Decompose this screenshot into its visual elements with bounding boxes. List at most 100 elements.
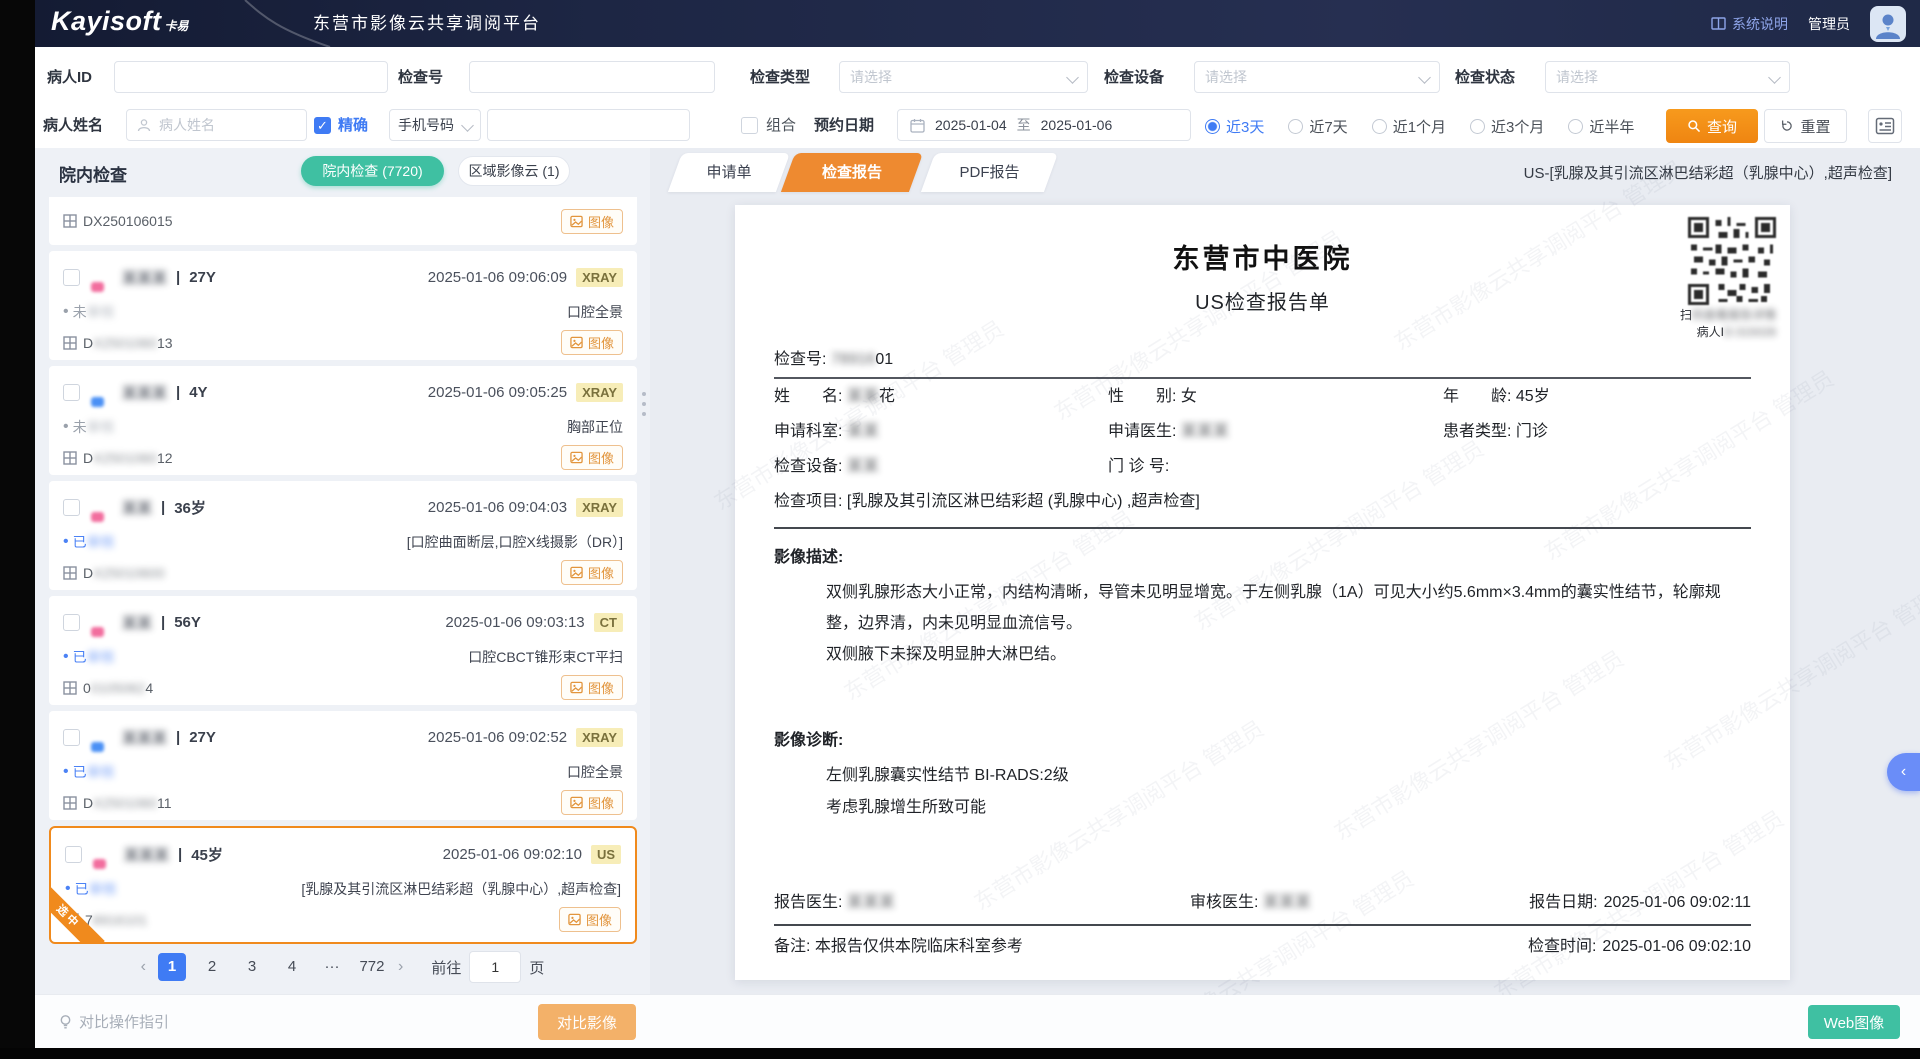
reset-button[interactable]: 重置 (1764, 109, 1847, 143)
image-button[interactable]: 图像 (561, 209, 623, 234)
calendar-icon (910, 118, 925, 133)
patient-name: 某某某 (122, 727, 167, 748)
list-item[interactable]: 某某 | 36岁 2025-01-06 09:04:03 XRAY •已审核 [… (49, 481, 637, 590)
report-document: 东营市中医院 US检查报告单 (735, 205, 1790, 980)
pagination: ‹ 1 2 3 4 ··· 772 › 前往 页 (35, 951, 650, 983)
compare-images-button[interactable]: 对比影像 (538, 1004, 636, 1040)
next-page-button[interactable]: › (398, 958, 403, 976)
exam-id: DX250106012 (83, 450, 173, 466)
image-button[interactable]: 图像 (561, 675, 623, 700)
appt-date-label: 预约日期 (814, 109, 874, 143)
range-3months[interactable]: 近3个月 (1470, 116, 1544, 137)
patient-name-field[interactable] (157, 116, 296, 134)
range-7days[interactable]: 近7天 (1288, 116, 1347, 137)
item-checkbox[interactable] (63, 269, 80, 286)
patient-avatar (89, 606, 113, 638)
page-last[interactable]: 772 (358, 953, 386, 981)
item-checkbox[interactable] (63, 384, 80, 401)
web-image-button[interactable]: Web图像 (1808, 1005, 1900, 1039)
exam-type-select[interactable]: 请选择 (839, 61, 1088, 93)
collapse-panel-button[interactable]: ‹ (1887, 753, 1920, 791)
page-1[interactable]: 1 (158, 953, 186, 981)
exact-checkbox[interactable]: ✓ (314, 117, 331, 134)
tab-application-form[interactable]: 申请单 (668, 153, 790, 192)
image-button[interactable]: 图像 (561, 330, 623, 355)
image-button[interactable]: 图像 (561, 445, 623, 470)
page-4[interactable]: 4 (278, 953, 306, 981)
patient-name: 某某某 (122, 267, 167, 288)
exam-list: DX250106015 图像 某某某 | 27Y 2025-01-06 09:0… (49, 197, 637, 950)
image-button[interactable]: 图像 (561, 560, 623, 585)
exam-no-label: 检查号 (398, 61, 443, 95)
combo-checkbox[interactable] (741, 117, 758, 134)
prev-page-button[interactable]: ‹ (141, 958, 146, 976)
username[interactable]: 管理员 (1808, 14, 1850, 34)
phone-field[interactable] (498, 116, 679, 134)
quick-range-group: 近3天 近7天 近1个月 近3个月 近半年 (1205, 109, 1634, 143)
exam-id: DX250106011 (83, 795, 172, 811)
phone-input[interactable] (487, 109, 690, 141)
tab-label: 检查报告 (788, 153, 916, 192)
item-checkbox[interactable] (63, 614, 80, 631)
tab-exam-report[interactable]: 检查报告 (781, 153, 923, 192)
search-button[interactable]: 查询 (1666, 109, 1758, 143)
patient-name-input[interactable] (126, 109, 307, 141)
patient-age: 45岁 (191, 844, 223, 865)
phone-type-select[interactable]: 手机号码 (389, 109, 481, 141)
patient-id-input[interactable] (114, 61, 388, 93)
range-1month[interactable]: 近1个月 (1372, 116, 1446, 137)
regional-cloud-tab[interactable]: 区域影像云 (1) (458, 156, 570, 186)
patient-age: 56Y (174, 614, 201, 631)
image-button[interactable]: 图像 (559, 907, 621, 932)
card-view-button[interactable] (1868, 109, 1902, 143)
list-item[interactable]: 某某某 | 27Y 2025-01-06 09:06:09 XRAY •未审核 … (49, 251, 637, 360)
date-range-picker[interactable]: 2025-01-04 至 2025-01-06 (897, 109, 1191, 141)
grid-icon (63, 566, 77, 580)
top-right-group: 系统说明 管理员 (1711, 0, 1906, 47)
tab-label: PDF报告 (928, 153, 1051, 192)
status-select[interactable]: 请选择 (1545, 61, 1790, 93)
patient-id-field[interactable] (125, 68, 377, 86)
page-2[interactable]: 2 (198, 953, 226, 981)
compare-guide-link[interactable]: 对比操作指引 (58, 995, 169, 1048)
exam-no-input[interactable] (469, 61, 715, 93)
goto-page-input[interactable] (469, 951, 521, 983)
date-to[interactable]: 2025-01-06 (1041, 117, 1113, 133)
qr-code (1688, 217, 1776, 305)
list-item-partial[interactable]: DX250106015 图像 (49, 197, 637, 245)
image-button-label: 图像 (588, 333, 614, 352)
image-button-label: 图像 (588, 678, 614, 697)
panel-resize-handle[interactable] (642, 392, 646, 416)
item-checkbox[interactable] (63, 499, 80, 516)
item-checkbox[interactable] (63, 729, 80, 746)
patient-age: 4Y (189, 384, 207, 401)
date-from[interactable]: 2025-01-04 (935, 117, 1007, 133)
search-label: 查询 (1707, 116, 1737, 137)
list-item[interactable]: 某某 | 56Y 2025-01-06 09:03:13 CT •已审核 口腔C… (49, 596, 637, 705)
report-panel: 申请单 检查报告 PDF报告 US-[乳腺及其引流区淋巴结彩超（乳腺中心）,超声… (650, 148, 1920, 995)
top-bar: Kayisoft 卡易 东营市影像云共享调阅平台 系统说明 管理员 (35, 0, 1920, 47)
exam-no-field[interactable] (480, 68, 704, 86)
exam-description: 胸部正位 (567, 417, 623, 437)
device-select[interactable]: 请选择 (1194, 61, 1440, 93)
list-item[interactable]: 某某某 | 27Y 2025-01-06 09:02:52 XRAY •已审核 … (49, 711, 637, 820)
list-item[interactable]: 某某某 | 4Y 2025-01-06 09:05:25 XRAY •未审核 胸… (49, 366, 637, 475)
gender-badge (91, 627, 104, 637)
list-item-selected[interactable]: 某某某 | 45岁 2025-01-06 09:02:10 US •已审核 [乳… (49, 826, 637, 944)
status-text: •已审核 (63, 762, 115, 782)
tab-pdf-report[interactable]: PDF报告 (921, 153, 1058, 192)
grid-icon (63, 681, 77, 695)
item-checkbox[interactable] (65, 846, 82, 863)
exam-id: 78916101 (85, 912, 147, 928)
hospital-exams-tab[interactable]: 院内检查 (7720) (301, 156, 444, 186)
page-3[interactable]: 3 (238, 953, 266, 981)
range-3days[interactable]: 近3天 (1205, 116, 1264, 137)
page-ellipsis[interactable]: ··· (318, 953, 346, 981)
avatar[interactable] (1870, 6, 1906, 42)
range-halfyear[interactable]: 近半年 (1568, 116, 1634, 137)
image-button[interactable]: 图像 (561, 790, 623, 815)
device-label: 检查设备 (1104, 61, 1164, 95)
exam-description: 口腔全景 (567, 302, 623, 322)
system-help-link[interactable]: 系统说明 (1711, 14, 1788, 34)
gender-badge (91, 512, 104, 522)
